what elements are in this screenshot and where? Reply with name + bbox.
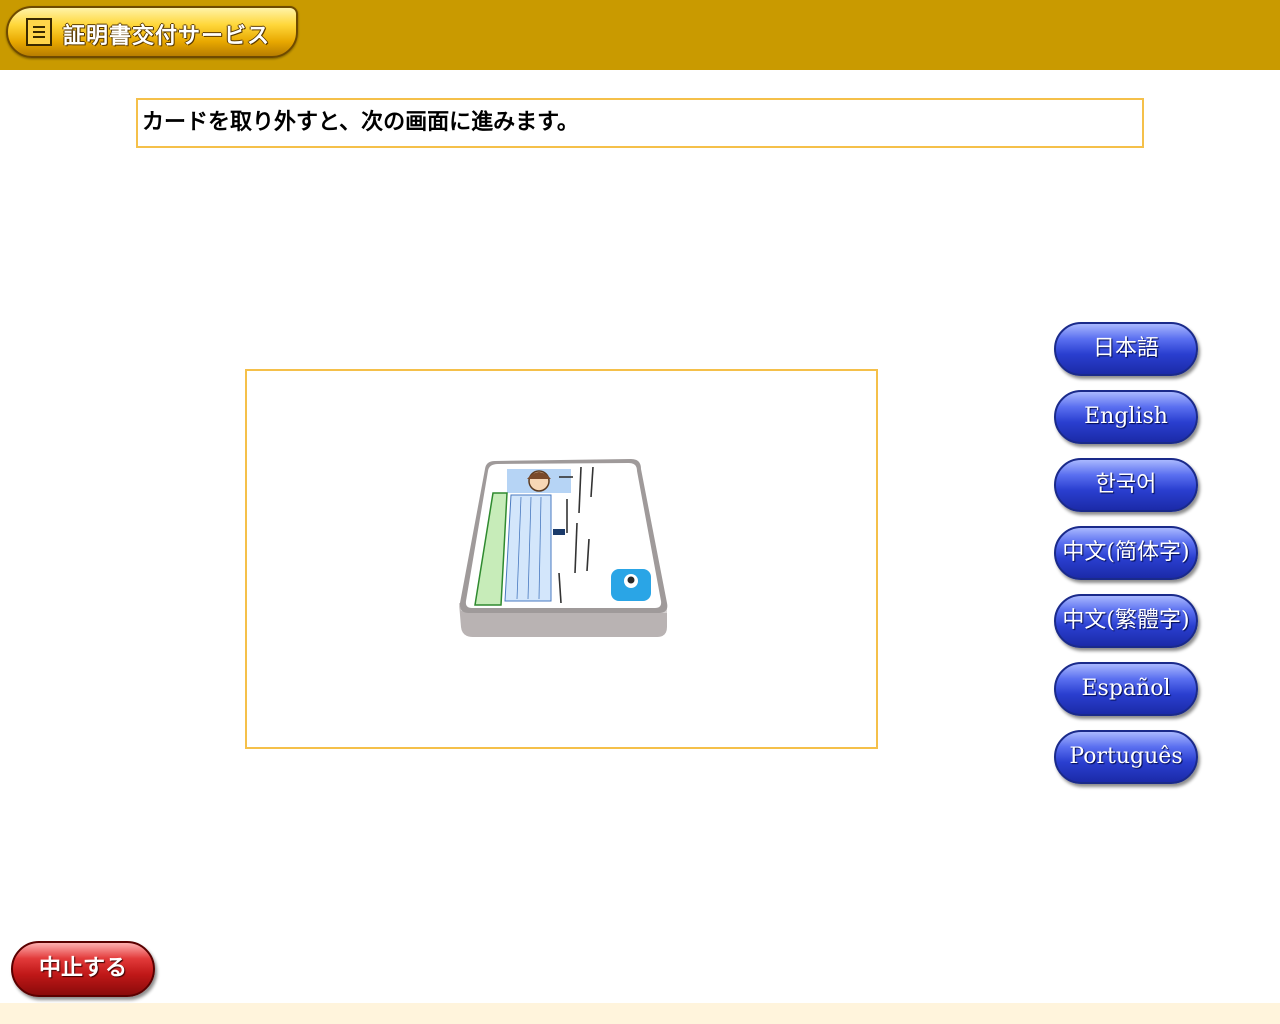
- language-button-korean[interactable]: 한국어: [1054, 458, 1198, 512]
- language-button-portuguese[interactable]: Português: [1054, 730, 1198, 784]
- cancel-button[interactable]: 中止する: [11, 941, 155, 997]
- language-button-chinese-traditional[interactable]: 中文(繁體字): [1054, 594, 1198, 648]
- footer-bar: [0, 1003, 1280, 1024]
- instruction-message: カードを取り外すと、次の画面に進みます。: [136, 98, 1144, 148]
- card-illustration-panel: [245, 369, 878, 749]
- language-button-english[interactable]: English: [1054, 390, 1198, 444]
- header-bar: 証明書交付サービス: [0, 0, 1280, 70]
- service-title: 証明書交付サービス: [63, 24, 271, 49]
- document-icon: [26, 18, 52, 46]
- language-button-chinese-simplified[interactable]: 中文(简体字): [1054, 526, 1198, 580]
- service-title-badge: 証明書交付サービス: [6, 6, 298, 58]
- language-button-japanese[interactable]: 日本語: [1054, 322, 1198, 376]
- language-button-spanish[interactable]: Español: [1054, 662, 1198, 716]
- my-number-card-illustration: [459, 459, 668, 637]
